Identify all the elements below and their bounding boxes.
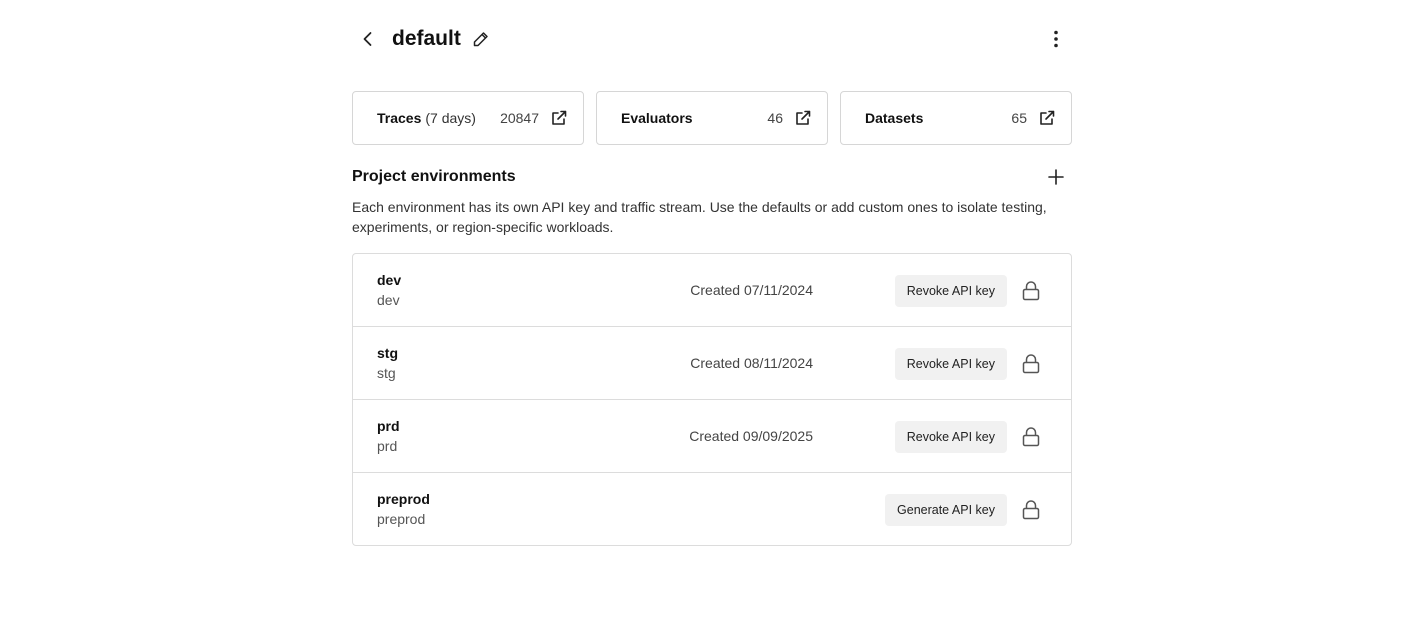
- lock-button[interactable]: [1019, 279, 1043, 303]
- lock-icon: [1022, 500, 1040, 520]
- chevron-left-icon: [363, 32, 372, 46]
- stat-label: Datasets: [865, 110, 924, 126]
- stat-value: 46: [767, 110, 783, 126]
- lock-icon: [1022, 427, 1040, 447]
- page-header: default: [352, 0, 1072, 78]
- stat-value: 20847: [500, 110, 539, 126]
- external-link-icon: [1037, 108, 1057, 128]
- lock-icon: [1022, 281, 1040, 301]
- section-description: Each environment has its own API key and…: [352, 199, 1047, 235]
- external-link-icon: [793, 108, 813, 128]
- environments-list: dev dev Created 07/11/2024 Revoke API ke…: [352, 253, 1072, 546]
- generate-api-key-button[interactable]: Generate API key: [885, 494, 1007, 526]
- environment-name: stg: [377, 345, 398, 361]
- lock-icon: [1022, 354, 1040, 374]
- lock-button[interactable]: [1019, 498, 1043, 522]
- created-date: Created 08/11/2024: [690, 355, 813, 371]
- page-title: default: [392, 27, 461, 50]
- section-title: Project environments: [352, 168, 516, 185]
- stat-label: Traces: [377, 110, 422, 126]
- environment-slug: dev: [377, 292, 400, 308]
- created-date: Created 09/09/2025: [689, 428, 813, 444]
- environment-slug: prd: [377, 438, 398, 454]
- revoke-api-key-button[interactable]: Revoke API key: [894, 348, 1007, 380]
- created-date: Created 07/11/2024: [690, 282, 813, 298]
- stat-card-evaluators[interactable]: Evaluators 46: [596, 91, 828, 145]
- revoke-api-key-button[interactable]: Revoke API key: [894, 421, 1007, 453]
- environments-header: Project environments: [352, 166, 1072, 190]
- stat-card-traces[interactable]: Traces (7 days) 20847: [352, 91, 584, 145]
- edit-title-button[interactable]: [470, 27, 492, 51]
- add-environment-button[interactable]: [1044, 165, 1068, 189]
- environment-slug: stg: [377, 365, 396, 381]
- back-button[interactable]: [356, 25, 380, 53]
- stat-card-datasets[interactable]: Datasets 65: [840, 91, 1072, 145]
- more-options-button[interactable]: [1044, 25, 1068, 53]
- lock-button[interactable]: [1019, 352, 1043, 376]
- stat-value: 65: [1011, 110, 1027, 126]
- more-vertical-icon: [1054, 30, 1058, 48]
- revoke-api-key-button[interactable]: Revoke API key: [894, 275, 1007, 307]
- environment-slug: preprod: [377, 511, 426, 527]
- lock-button[interactable]: [1019, 425, 1043, 449]
- stat-sublabel: (7 days): [425, 110, 476, 126]
- stats-row: Traces (7 days) 20847 Evaluators 46 Data…: [352, 91, 1072, 145]
- environment-name: dev: [377, 272, 402, 288]
- stat-label: Evaluators: [621, 110, 693, 126]
- project-page: default Traces (7 days) 20847 Evaluators…: [352, 0, 1072, 546]
- plus-icon: [1048, 169, 1064, 185]
- environment-row: dev dev Created 07/11/2024 Revoke API ke…: [353, 254, 1071, 327]
- environment-row: preprod preprod Generate API key: [353, 473, 1071, 545]
- environment-row: prd prd Created 09/09/2025 Revoke API ke…: [353, 400, 1071, 473]
- external-link-icon: [549, 108, 569, 128]
- environment-row: stg stg Created 08/11/2024 Revoke API ke…: [353, 327, 1071, 400]
- environment-name: prd: [377, 418, 400, 434]
- pencil-icon: [473, 32, 488, 47]
- environment-name: preprod: [377, 491, 430, 507]
